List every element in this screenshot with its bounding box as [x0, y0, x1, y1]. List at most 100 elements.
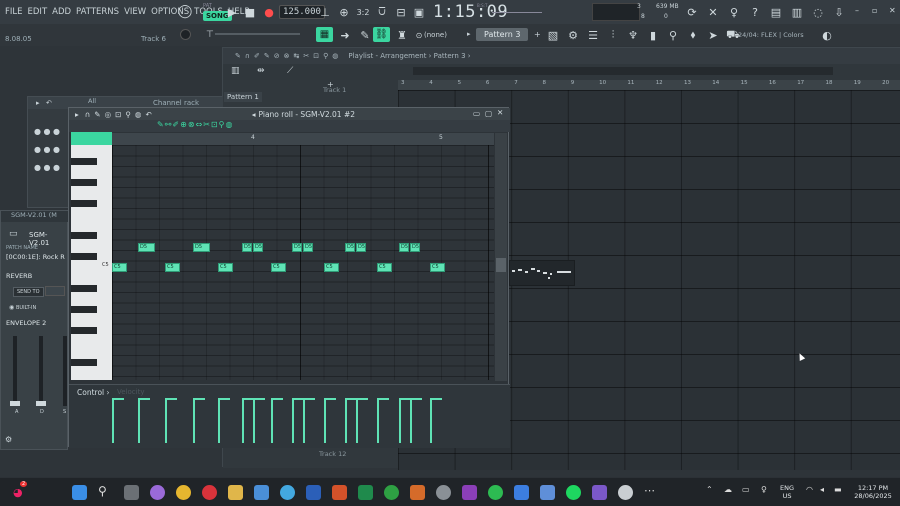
- whatsapp-icon[interactable]: [488, 485, 503, 500]
- pr-select-icon[interactable]: ⊡: [115, 110, 121, 119]
- channel-rack-undo-icon[interactable]: ↶: [46, 99, 52, 107]
- metronome-icon[interactable]: ⊥: [318, 5, 332, 19]
- media-icon[interactable]: [592, 485, 607, 500]
- velocity-bar[interactable]: [303, 398, 305, 443]
- velocity-bar[interactable]: [165, 398, 167, 443]
- note-high[interactable]: D5: [242, 243, 252, 252]
- menu-file[interactable]: FILE: [5, 7, 23, 17]
- snap-icon[interactable]: ✎: [235, 52, 241, 60]
- decay-slider[interactable]: [39, 336, 43, 406]
- maximize-icon[interactable]: ▫: [872, 6, 877, 15]
- minimize-icon[interactable]: –: [855, 6, 859, 15]
- pr-minimize-icon[interactable]: ▭: [473, 109, 480, 118]
- help-icon[interactable]: ?: [748, 5, 762, 19]
- pitch-icon[interactable]: ⊤: [206, 30, 214, 40]
- search-icon[interactable]: ⚲: [98, 484, 107, 498]
- menu-add[interactable]: ADD: [52, 7, 71, 17]
- download-icon[interactable]: ⇩: [832, 5, 846, 19]
- close-x-icon[interactable]: ✕: [706, 5, 720, 19]
- velocity-cap[interactable]: [218, 398, 230, 400]
- velocity-cap[interactable]: [377, 398, 389, 400]
- slip-icon[interactable]: ↹: [294, 52, 300, 60]
- send-to-field[interactable]: [45, 286, 65, 296]
- fl-studio-icon[interactable]: [618, 485, 633, 500]
- loop-record-icon[interactable]: ⊟: [394, 5, 408, 19]
- velocity-bar[interactable]: [324, 398, 326, 443]
- chat-icon[interactable]: ◌: [811, 5, 825, 19]
- pr-undo-icon[interactable]: ↶: [145, 110, 151, 119]
- velocity-cap[interactable]: [112, 398, 124, 400]
- velocity-bar[interactable]: [430, 398, 432, 443]
- velocity-cap[interactable]: [356, 398, 368, 400]
- powerpoint-icon[interactable]: [332, 485, 347, 500]
- pattern-tab[interactable]: Pattern 1: [224, 92, 262, 102]
- velocity-cap[interactable]: [324, 398, 336, 400]
- notepad-icon[interactable]: [254, 485, 269, 500]
- note-low[interactable]: C5: [271, 263, 286, 272]
- channel-knob-row[interactable]: ● ● ●: [34, 123, 60, 141]
- volume-icon[interactable]: ◂: [820, 485, 824, 494]
- flex-news[interactable]: 24/04: FLEX | Colors: [738, 31, 804, 39]
- piano-roll-view-icon[interactable]: ➜: [338, 28, 352, 42]
- settings-app-icon[interactable]: [436, 485, 451, 500]
- settings-gear-icon[interactable]: ⚙: [5, 435, 12, 444]
- decay-slider-cap[interactable]: [36, 401, 46, 406]
- menu-view[interactable]: VIEW: [124, 7, 146, 17]
- zoom-icon[interactable]: ⚲: [323, 52, 328, 60]
- save-icon[interactable]: ▤: [769, 5, 783, 19]
- pr-pencil-icon[interactable]: ✎: [94, 110, 100, 119]
- word-icon[interactable]: [306, 485, 321, 500]
- more-apps-icon[interactable]: ⋯: [644, 484, 655, 497]
- wait-icon[interactable]: ⊕: [337, 5, 351, 19]
- opera-icon[interactable]: [202, 485, 217, 500]
- onenote-icon[interactable]: [462, 485, 477, 500]
- note-high[interactable]: D5: [303, 243, 313, 252]
- builtin-radio-icon[interactable]: ◉: [9, 304, 14, 311]
- link-icon[interactable]: ⛓: [373, 27, 390, 42]
- note-high[interactable]: D5: [410, 243, 420, 252]
- playlist-track-12-label[interactable]: Track 12: [319, 450, 346, 458]
- xbox-icon[interactable]: [384, 485, 399, 500]
- velocity-layer[interactable]: [112, 395, 494, 447]
- menu-patterns[interactable]: PATTERNS: [76, 7, 119, 17]
- delete-icon[interactable]: ⊘: [274, 52, 280, 60]
- velocity-bar[interactable]: [356, 398, 358, 443]
- pr-zoom-icon[interactable]: ⚲: [125, 110, 131, 119]
- mixer-icon[interactable]: ♜: [395, 28, 409, 42]
- note-high[interactable]: D5: [345, 243, 355, 252]
- master-volume-knob[interactable]: [180, 29, 191, 40]
- select-icon[interactable]: ⊡: [313, 52, 319, 60]
- velocity-bar[interactable]: [410, 398, 412, 443]
- velocity-cap[interactable]: [271, 398, 283, 400]
- note-high[interactable]: D5: [253, 243, 263, 252]
- black-key[interactable]: [71, 327, 97, 334]
- sustain-slider[interactable]: [63, 336, 67, 406]
- pattern-name-box[interactable]: Pattern 3: [476, 28, 529, 41]
- cpu-knob-icon[interactable]: ◯: [178, 4, 193, 19]
- black-key[interactable]: [71, 179, 97, 186]
- pr-target-icon[interactable]: ◎: [105, 110, 112, 119]
- note-high[interactable]: D5: [292, 243, 302, 252]
- channel-knob-row[interactable]: ● ● ●: [34, 159, 60, 177]
- black-key[interactable]: [71, 285, 97, 292]
- note-low[interactable]: C5: [218, 263, 233, 272]
- velocity-bar[interactable]: [138, 398, 140, 443]
- folder-icon[interactable]: ▭: [9, 229, 18, 239]
- play-icon[interactable]: ▶: [225, 5, 239, 19]
- velocity-bar[interactable]: [292, 398, 294, 443]
- pattern-arrow-icon[interactable]: ▸: [467, 30, 471, 38]
- channel-filter[interactable]: All: [88, 97, 96, 105]
- calendar-icon[interactable]: [540, 485, 555, 500]
- excel-icon[interactable]: [358, 485, 373, 500]
- note-high[interactable]: D5: [138, 243, 155, 252]
- send-to-button[interactable]: SEND TO: [13, 287, 44, 297]
- note-high[interactable]: D5: [356, 243, 366, 252]
- master-pitch-slider[interactable]: [215, 33, 300, 35]
- pattern-picker-icon[interactable]: ▥: [231, 66, 240, 76]
- velocity-bar[interactable]: [345, 398, 347, 443]
- pr-menu-icon[interactable]: ▸: [75, 110, 79, 119]
- black-key[interactable]: [71, 253, 97, 260]
- note-low[interactable]: C5: [430, 263, 445, 272]
- start-icon[interactable]: [72, 485, 87, 500]
- playlist-hscroll[interactable]: [413, 67, 833, 75]
